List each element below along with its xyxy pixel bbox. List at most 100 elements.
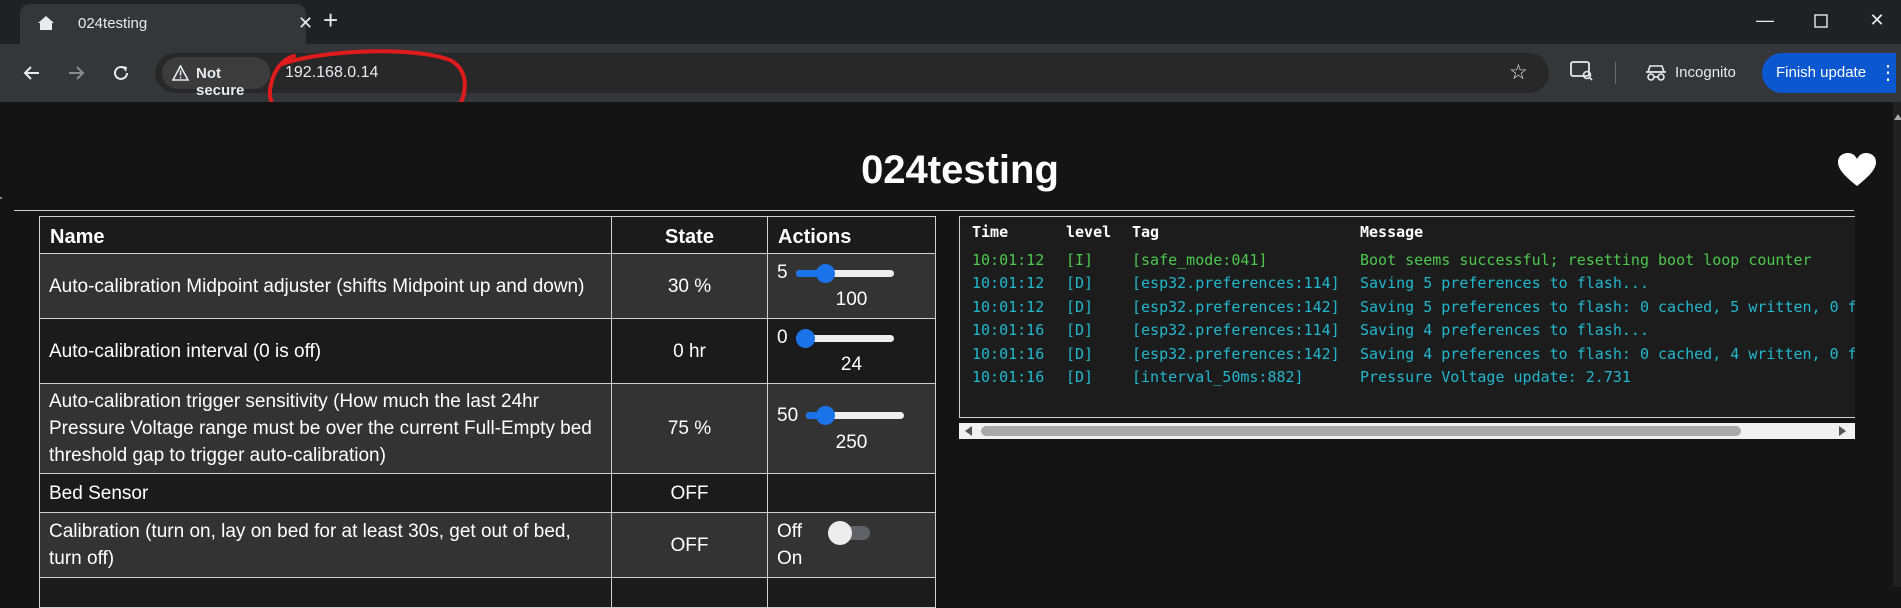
new-tab-button[interactable]: + [323,6,338,34]
reload-icon [114,65,128,80]
toggle-on-label: On [777,548,803,569]
range-slider[interactable] [795,263,894,283]
reload-button[interactable] [107,59,135,87]
row-name [39,577,612,608]
arrow-left-icon [23,66,39,80]
page-content: 024testing Name State Actions Auto-calib… [0,102,1901,608]
range-slider[interactable] [795,328,894,348]
maximize-icon [1814,14,1828,28]
column-header-actions: Actions [767,216,936,254]
cast-icon[interactable] [1569,60,1593,82]
log-message: Saving 5 preferences to flash: 0 cached,… [1360,297,1855,316]
row-state: OFF [611,512,768,578]
incognito-label: Incognito [1675,64,1736,81]
tab-title: 024testing [78,15,148,32]
log-level: [D] [1066,344,1094,363]
incognito-button[interactable]: Incognito [1633,53,1750,93]
star-icon[interactable]: ☆ [1509,62,1528,83]
row-name: Auto-calibration trigger sensitivity (Ho… [39,383,612,474]
close-tab-icon[interactable]: ✕ [298,13,313,33]
toggle-off-label: Off [777,521,802,542]
column-header-name: Name [39,216,612,254]
row-name: Calibration (turn on, lay on bed for at … [39,512,612,578]
log-message: Saving 5 preferences to flash... [1360,274,1649,293]
address-bar[interactable]: Not secure 192.168.0.14 ☆ [155,53,1549,99]
slider-max-label: 100 [835,289,868,310]
log-level: [D] [1066,321,1094,340]
close-window-button[interactable]: ✕ [1862,6,1892,36]
tab-strip: 024testing ✕ + — ✕ [0,0,1901,44]
warning-icon [172,65,189,81]
minimize-button[interactable]: — [1750,6,1780,36]
page-title: 024testing [861,148,1059,192]
slider-thumb[interactable] [816,263,836,283]
title-divider [14,210,1854,211]
scroll-right-arrow[interactable] [1839,426,1846,436]
log-tag: [interval_50ms:882] [1132,368,1304,386]
security-chip[interactable]: Not secure [162,57,270,99]
row-state: 0 hr [611,318,768,384]
back-button[interactable] [18,59,46,87]
table-row [39,577,936,608]
toolbar-divider [1615,62,1616,84]
row-state: 75 % [611,383,768,474]
log-horizontal-scrollbar[interactable] [959,423,1855,439]
slider-thumb[interactable] [816,406,836,425]
heart-icon[interactable] [1838,153,1876,187]
page-edge-mark [0,197,2,199]
log-level: [D] [1066,368,1094,386]
browser-toolbar: Not secure 192.168.0.14 ☆ Incognito Fini… [0,44,1901,102]
url-text[interactable]: 192.168.0.14 [285,64,378,82]
page-vertical-scrollbar[interactable] [1893,102,1901,587]
log-panel[interactable]: Time level Tag Message 10:01:12 [I] [safe_… [959,216,1855,418]
scroll-up-arrow[interactable] [1894,114,1901,120]
log-header-message: Message [1360,223,1424,241]
log-message: Boot seems successful; resetting boot lo… [1360,251,1812,269]
slider-max-label: 250 [835,431,868,453]
row-actions: 5 100 [767,253,936,319]
row-name: Auto-calibration interval (0 is off) [39,318,612,384]
row-actions: 50 250 [767,383,936,474]
incognito-icon [1646,65,1666,81]
log-tag: [esp32.preferences:114] [1132,274,1340,293]
log-tag: [esp32.preferences:114] [1132,321,1340,340]
row-name: Bed Sensor [39,473,612,513]
log-level: [D] [1066,274,1094,293]
row-state: OFF [611,473,768,513]
row-state [611,577,768,608]
row-actions: Off On [767,512,936,578]
log-message: Saving 4 preferences to flash: 0 cached,… [1360,344,1855,363]
log-header-time: Time [972,223,1009,241]
calibration-toggle[interactable] [828,520,872,545]
browser-tab[interactable]: 024testing ✕ [20,4,313,44]
row-actions: 0 24 [767,318,936,384]
slider-control: 0 [777,324,926,351]
slider-min-label: 5 [777,262,788,283]
toggle-knob[interactable] [828,520,852,545]
slider-control: 5 [777,259,926,286]
log-tag: [esp32.preferences:142] [1132,344,1340,363]
log-time: 10:01:12 [972,251,1045,269]
log-tag: [safe_mode:041] [1132,251,1268,269]
forward-button[interactable] [62,59,90,87]
log-time: 10:01:12 [972,274,1045,293]
table-header-row: Name State Actions [39,216,936,254]
finish-update-label: Finish update [1776,64,1867,81]
scroll-left-arrow[interactable] [965,426,972,436]
log-header-level: level [1066,223,1112,241]
column-header-state: State [611,216,768,254]
log-header-tag: Tag [1132,223,1160,241]
row-name: Auto-calibration Midpoint adjuster (shif… [39,253,612,319]
more-options-icon[interactable]: ⋮ [1878,53,1898,93]
row-state: 30 % [611,253,768,319]
range-slider[interactable] [806,405,905,425]
log-level: [I] [1066,251,1094,269]
maximize-button[interactable] [1806,6,1836,36]
home-icon [38,16,54,30]
finish-update-button[interactable]: Finish update ⋮ [1762,53,1898,93]
slider-min-label: 0 [777,327,788,348]
scroll-thumb[interactable] [981,426,1741,436]
toggle-control: Off [777,518,926,545]
slider-thumb[interactable] [795,328,815,348]
row-actions [767,473,936,513]
